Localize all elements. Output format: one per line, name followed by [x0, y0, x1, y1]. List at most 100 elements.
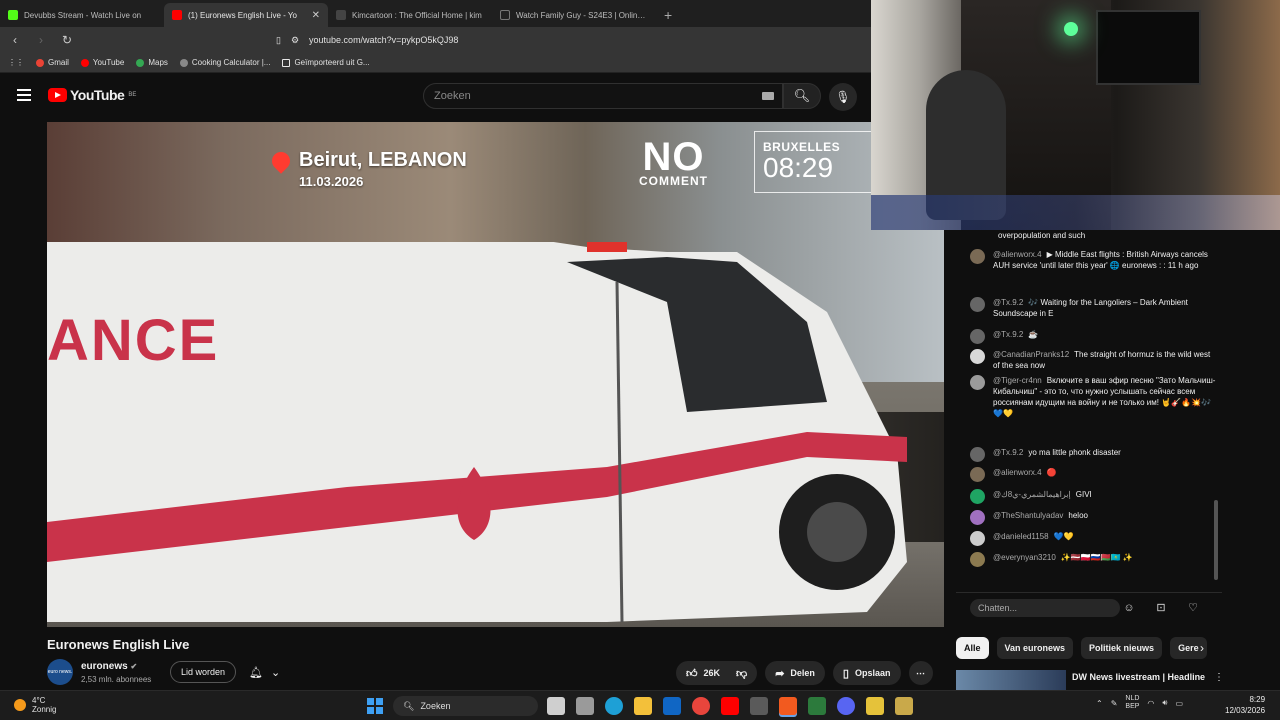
- language-indicator[interactable]: NLD BEP: [1125, 695, 1139, 711]
- avatar[interactable]: [970, 489, 985, 504]
- search-button[interactable]: 🔍︎: [783, 83, 821, 109]
- voice-search-button[interactable]: 🎙︎: [829, 83, 857, 111]
- browser-tab-bar: Devubbs Stream - Watch Live on (1) Euron…: [0, 0, 871, 27]
- avatar[interactable]: [970, 349, 985, 364]
- thumbs-down-icon[interactable]: 👎︎: [736, 667, 747, 680]
- brave-icon[interactable]: [779, 697, 797, 715]
- channel-avatar[interactable]: euro news.: [47, 659, 73, 685]
- emoji-icon[interactable]: ☺: [1120, 599, 1138, 617]
- avatar[interactable]: [970, 552, 985, 567]
- reload-icon[interactable]: ↻: [60, 33, 74, 47]
- tray-overflow-icon[interactable]: ⌃: [1096, 699, 1103, 708]
- new-tab-button[interactable]: +: [656, 7, 680, 27]
- more-actions-button[interactable]: ⋯: [908, 661, 933, 685]
- avatar[interactable]: [970, 297, 985, 312]
- avatar[interactable]: [970, 467, 985, 482]
- bookmark-cooking[interactable]: Cooking Calculator |...: [179, 58, 270, 67]
- pen-icon[interactable]: ✎: [1111, 699, 1118, 708]
- avatar[interactable]: [970, 249, 985, 264]
- chat-author[interactable]: @Tiger-cr4nn: [993, 376, 1042, 385]
- bookmark-folder-imported[interactable]: Geïmporteerd uit G...: [282, 58, 370, 67]
- avatar[interactable]: [970, 510, 985, 525]
- thumbs-up-icon[interactable]: 👍︎: [686, 667, 698, 680]
- chat-author[interactable]: @إبراهيمالشمري-ي8ك: [993, 490, 1071, 499]
- chat-author[interactable]: @Tx.9.2: [993, 330, 1023, 339]
- back-icon[interactable]: ‹: [8, 33, 22, 47]
- browser-tab[interactable]: Kimcartoon : The Official Home | kim: [328, 3, 492, 27]
- chat-scrollbar[interactable]: [1214, 500, 1218, 580]
- chip-all[interactable]: Alle: [956, 637, 989, 659]
- chrome-icon[interactable]: [692, 697, 710, 715]
- chat-author[interactable]: @Tx.9.2: [993, 298, 1023, 307]
- like-dislike-button[interactable]: 👍︎ 26K 👎︎: [676, 661, 758, 685]
- url-field[interactable]: ▯ ⚙ youtube.com/watch?v=pykpO5kQJ98: [276, 35, 458, 46]
- super-chat-icon[interactable]: ⊡: [1152, 599, 1170, 617]
- site-info-icon[interactable]: ⚙: [291, 35, 299, 46]
- recommended-title[interactable]: DW News livestream | Headline: [1072, 672, 1207, 682]
- video-title: Euronews English Live: [47, 637, 190, 652]
- volume-icon[interactable]: 🔊︎: [1162, 698, 1167, 708]
- edge-icon[interactable]: [605, 697, 623, 715]
- chat-author[interactable]: @danieled1158: [993, 532, 1049, 541]
- windows-start-icon[interactable]: [367, 698, 383, 714]
- store-icon[interactable]: [576, 697, 594, 715]
- more-vert-icon[interactable]: ⋮: [1214, 672, 1224, 683]
- menu-icon[interactable]: [17, 89, 31, 101]
- bookmark-youtube[interactable]: YouTube: [80, 58, 124, 67]
- notes-app-icon[interactable]: [895, 697, 913, 715]
- avatar[interactable]: [970, 447, 985, 462]
- save-button[interactable]: ▯ Opslaan: [832, 661, 901, 685]
- browser-tab-active[interactable]: (1) Euronews English Live - Yo ✕: [164, 3, 328, 27]
- join-button[interactable]: Lid worden: [170, 661, 237, 683]
- recommended-video[interactable]: DW News livestream | Headline ⋮: [956, 670, 1224, 692]
- avatar[interactable]: [970, 531, 985, 546]
- chevron-right-icon[interactable]: ›: [1200, 641, 1204, 655]
- chat-author[interactable]: @Tx.9.2: [993, 448, 1023, 457]
- taskbar-search[interactable]: 🔍︎ Zoeken: [393, 696, 538, 716]
- folder-icon: [282, 58, 291, 67]
- close-tab-icon[interactable]: ✕: [312, 10, 320, 21]
- notification-bell-button[interactable]: 🔔︎ ⌄: [243, 661, 286, 683]
- bookmark-label: Maps: [148, 58, 168, 67]
- search-input[interactable]: Zoeken: [423, 83, 783, 109]
- chat-author[interactable]: @alienworx.4: [993, 250, 1042, 259]
- task-view-icon[interactable]: [547, 697, 565, 715]
- forward-icon[interactable]: ›: [34, 33, 48, 47]
- avatar[interactable]: [970, 375, 985, 390]
- taskbar-clock[interactable]: 8:29 12/03/2026: [1225, 694, 1265, 716]
- tab-title: Kimcartoon : The Official Home | kim: [352, 10, 482, 20]
- chat-author[interactable]: @everynyan3210: [993, 553, 1056, 562]
- video-player[interactable]: ANCE Beirut, LEBANON 11.03.2026 NO COMME…: [47, 122, 944, 627]
- wifi-icon[interactable]: ◠: [1147, 699, 1154, 708]
- discord-icon[interactable]: [837, 697, 855, 715]
- chip-politics[interactable]: Politiek nieuws: [1081, 637, 1163, 659]
- browser-tab[interactable]: Devubbs Stream - Watch Live on: [0, 3, 164, 27]
- battery-icon[interactable]: ▭: [1175, 699, 1183, 708]
- apps-grid-icon[interactable]: ⋮⋮: [8, 58, 24, 67]
- weather-widget[interactable]: 4°C Zonnig: [14, 696, 56, 714]
- chat-input[interactable]: Chatten...: [970, 599, 1120, 617]
- globe-favicon-icon: [336, 10, 346, 20]
- calculator-icon[interactable]: [750, 697, 768, 715]
- heart-icon[interactable]: ♡: [1184, 599, 1202, 617]
- share-button[interactable]: ➦ Delen: [765, 661, 825, 685]
- gmail-icon: [36, 58, 44, 67]
- bookmark-maps[interactable]: Maps: [136, 58, 168, 67]
- bookmark-gmail[interactable]: Gmail: [36, 58, 69, 67]
- green-app-icon[interactable]: [808, 697, 826, 715]
- yellow-app-icon[interactable]: [866, 697, 884, 715]
- outlook-icon[interactable]: [663, 697, 681, 715]
- youtube-logo[interactable]: YouTube BE: [48, 87, 136, 103]
- youtube-app-icon[interactable]: [721, 697, 739, 715]
- bookmark-icon[interactable]: ▯: [276, 35, 281, 46]
- recommended-thumbnail[interactable]: [956, 670, 1066, 692]
- channel-name[interactable]: euronews ✔: [81, 661, 137, 672]
- chat-author[interactable]: @CanadianPranks12: [993, 350, 1069, 359]
- explorer-folder-icon[interactable]: [634, 697, 652, 715]
- chat-author[interactable]: @alienworx.4: [993, 468, 1042, 477]
- browser-tab[interactable]: Watch Family Guy - S24E3 | Online H: [492, 3, 656, 27]
- avatar[interactable]: [970, 329, 985, 344]
- keyboard-icon[interactable]: [762, 92, 774, 100]
- chat-author[interactable]: @TheShantulyadav: [993, 511, 1063, 520]
- chip-from-channel[interactable]: Van euronews: [996, 637, 1074, 659]
